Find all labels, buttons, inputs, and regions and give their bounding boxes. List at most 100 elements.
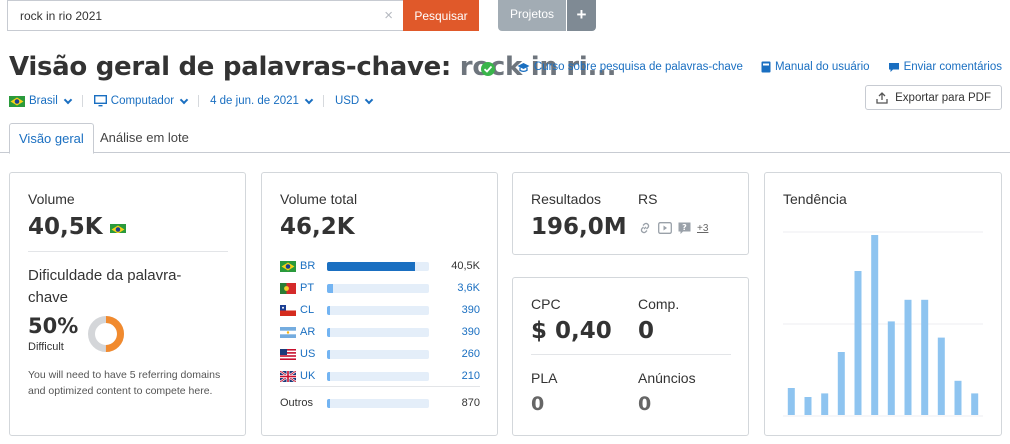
ads-value: 0 — [638, 393, 652, 415]
date-filter-label: 4 de jun. de 2021 — [210, 95, 299, 107]
country-value[interactable]: 210 — [462, 370, 480, 382]
projects-button[interactable]: Projetos — [498, 0, 566, 31]
svg-text:?: ? — [682, 223, 687, 232]
trend-bar[interactable] — [837, 352, 845, 415]
monitor-icon — [93, 95, 107, 107]
country-bar-fill — [327, 305, 330, 315]
graduation-cap-icon — [517, 62, 530, 72]
trend-chart — [783, 231, 983, 417]
upload-icon — [876, 91, 888, 104]
trend-bar[interactable] — [971, 393, 979, 415]
pla-label: PLA — [531, 370, 558, 386]
trend-bar[interactable] — [954, 380, 962, 415]
country-filter[interactable]: Brasil — [9, 95, 82, 107]
trend-bar[interactable] — [871, 235, 879, 415]
serp-features: ? +3 — [638, 221, 708, 235]
country-row-cl[interactable]: CL 390 — [280, 303, 480, 317]
country-bar-track — [327, 327, 429, 337]
trend-bar[interactable] — [787, 388, 795, 415]
cpc-value: $ 0,40 — [531, 318, 612, 344]
device-filter[interactable]: Computador — [81, 95, 198, 107]
country-code: AR — [300, 326, 316, 338]
search-button[interactable]: Pesquisar — [403, 0, 479, 31]
page-title-prefix: Visão geral de palavras-chave: — [9, 52, 452, 82]
faq-icon[interactable]: ? — [678, 222, 691, 235]
export-pdf-label: Exportar para PDF — [895, 91, 991, 104]
uk-flag-icon — [280, 370, 296, 382]
country-code: US — [300, 348, 316, 360]
volume-label: Volume — [28, 191, 75, 207]
search-input[interactable] — [8, 1, 368, 30]
total-volume-card: Volume total 46,2K BR 40,5K PT 3,6K CL 390 AR 3… — [261, 172, 498, 436]
usa-flag-icon — [280, 348, 296, 360]
country-value[interactable]: 390 — [462, 304, 480, 316]
country-row-uk[interactable]: UK 210 — [280, 369, 480, 383]
total-volume-value: 46,2K — [280, 214, 355, 240]
country-row-pt[interactable]: PT 3,6K — [280, 281, 480, 295]
trend-bar[interactable] — [904, 299, 912, 415]
difficulty-donut-chart — [88, 316, 124, 352]
manual-link[interactable]: Manual do usuário — [761, 61, 870, 73]
header-links: Curso sobre pesquisa de palavras-chave M… — [517, 61, 1002, 73]
volume-value: 40,5K — [28, 214, 103, 240]
feedback-link-label: Enviar comentários — [903, 61, 1002, 73]
portugal-flag-icon — [280, 282, 296, 294]
country-bar-track — [327, 261, 429, 271]
chevron-down-icon — [63, 95, 73, 104]
trend-bar[interactable] — [937, 337, 945, 415]
trend-bar[interactable] — [921, 299, 929, 415]
chevron-down-icon — [364, 95, 374, 104]
serp-more-link[interactable]: +3 — [697, 223, 708, 234]
tab-overview[interactable]: Visão geral — [9, 123, 94, 154]
pla-value: 0 — [531, 393, 545, 415]
clear-icon[interactable]: × — [384, 7, 393, 24]
course-link[interactable]: Curso sobre pesquisa de palavras-chave — [517, 61, 743, 73]
country-value[interactable]: 40,5K — [451, 260, 480, 272]
date-filter[interactable]: 4 de jun. de 2021 — [198, 95, 323, 107]
others-bar-track — [327, 398, 429, 408]
country-bar-fill — [327, 327, 330, 337]
export-pdf-button[interactable]: Exportar para PDF — [865, 85, 1002, 110]
country-value[interactable]: 3,6K — [457, 282, 480, 294]
others-value: 870 — [461, 397, 480, 409]
tab-batch-analysis[interactable]: Análise em lote — [91, 123, 198, 153]
country-row-us[interactable]: US 260 — [280, 347, 480, 361]
comp-label: Comp. — [638, 296, 680, 312]
check-circle-icon — [481, 62, 495, 76]
add-project-button[interactable]: + — [567, 0, 596, 31]
cpc-card: CPC $ 0,40 Comp. 0 PLA 0 Anúncios 0 — [512, 277, 749, 436]
country-bar-fill — [327, 283, 333, 293]
country-bar-track — [327, 349, 429, 359]
divider — [531, 354, 731, 355]
filters-bar: Brasil Computador 4 de jun. de 2021 USD — [9, 95, 383, 107]
trend-bar[interactable] — [821, 393, 829, 415]
divider — [28, 251, 228, 252]
tabs-bar: Visão geral Análise em lote — [0, 123, 1010, 154]
feedback-link[interactable]: Enviar comentários — [888, 61, 1002, 73]
trend-bar[interactable] — [854, 271, 862, 415]
country-bar-track — [327, 371, 429, 381]
country-bar-fill — [327, 261, 415, 271]
video-icon[interactable] — [658, 222, 672, 234]
brazil-flag-icon — [110, 222, 127, 234]
country-code: PT — [300, 282, 315, 294]
top-bar: × Pesquisar Projetos + — [0, 0, 1010, 32]
results-card: Resultados 196,0M RS ? +3 — [512, 172, 749, 255]
country-row-ar[interactable]: AR 390 — [280, 325, 480, 339]
currency-filter-label: USD — [334, 95, 360, 107]
chile-flag-icon — [280, 304, 296, 316]
book-icon — [761, 61, 771, 73]
currency-filter[interactable]: USD — [322, 95, 383, 107]
trend-bar[interactable] — [887, 321, 895, 415]
link-icon[interactable] — [638, 221, 652, 235]
cpc-label: CPC — [531, 296, 561, 312]
country-bar-track — [327, 305, 429, 315]
volume-value-row: 40,5K — [28, 214, 127, 240]
others-label: Outros — [280, 397, 314, 409]
country-value[interactable]: 390 — [462, 326, 480, 338]
trend-bar[interactable] — [804, 397, 812, 415]
country-value[interactable]: 260 — [462, 348, 480, 360]
country-row-br[interactable]: BR 40,5K — [280, 259, 480, 273]
serp-label: RS — [638, 191, 658, 207]
trend-card: Tendência — [764, 172, 1002, 436]
